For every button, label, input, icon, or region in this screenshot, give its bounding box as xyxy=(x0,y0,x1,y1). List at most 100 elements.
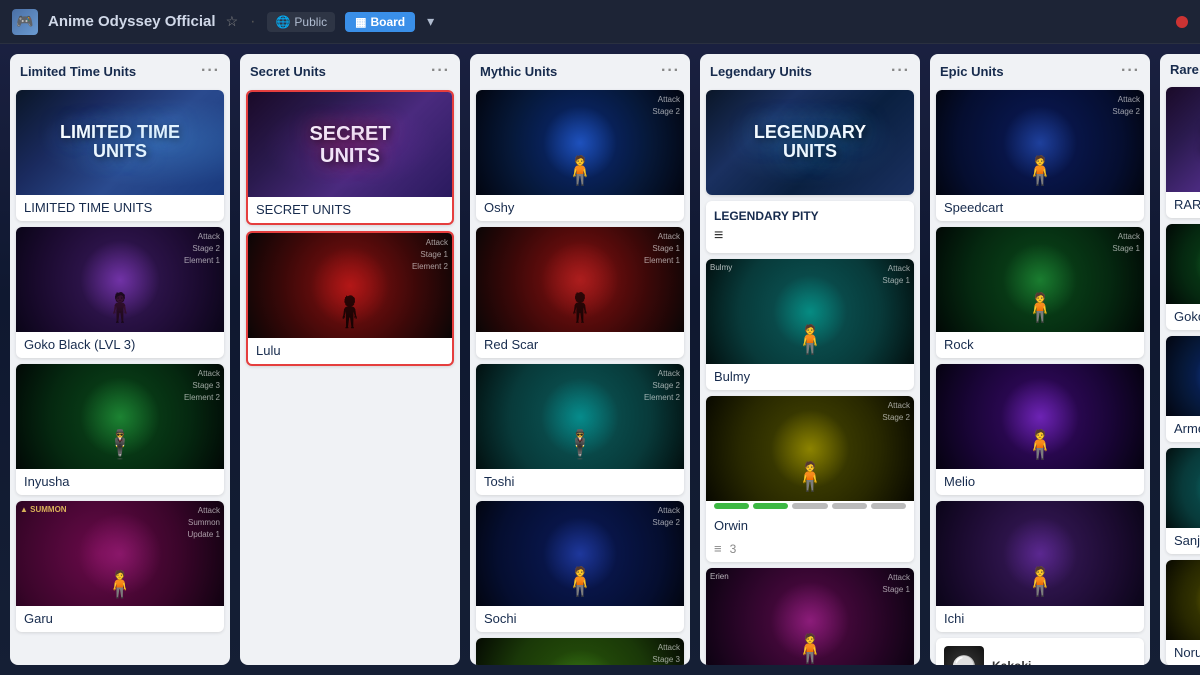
figure-orwin: 🧍 xyxy=(793,460,828,493)
card-legendary-pity[interactable]: LEGENDARY PITY ≡ xyxy=(706,201,914,253)
card-oshy[interactable]: 🧍 AttackStage 2 Oshy xyxy=(476,90,684,221)
notification-dot xyxy=(1176,16,1188,28)
card-toshi[interactable]: 🕴 AttackStage 2Element 2 Toshi xyxy=(476,364,684,495)
card-rock[interactable]: 🧍 AttackStage 1 Rock xyxy=(936,227,1144,358)
column-body-epic: 🧍 AttackStage 2 Speedcart 🧍 AttackStage … xyxy=(930,86,1150,665)
card-legendary-banner[interactable]: LEGENDARYUNITS xyxy=(706,90,914,195)
card-garu[interactable]: 🧍 ▲ SUMMON AttackSummonUpdate 1 Garu xyxy=(16,501,224,632)
stats-garu: AttackSummonUpdate 1 xyxy=(188,505,220,541)
card-frein[interactable]: 🧍 🧍 Frein AttackStage 3 Frein xyxy=(476,638,684,665)
visibility-badge[interactable]: 🌐 Public xyxy=(267,12,335,32)
card-label-garu: Garu xyxy=(16,606,224,632)
figure-sochi: 🧍 xyxy=(563,565,598,598)
banner-text-secret: SECRETUNITS xyxy=(258,123,442,167)
card-secret-banner[interactable]: SECRETUNITS SECRET UNITS xyxy=(246,90,454,225)
card-label-melio: Melio xyxy=(936,469,1144,495)
card-limited-banner[interactable]: LIMITED TIMEUNITS LIMITED TIME UNITS xyxy=(16,90,224,221)
column-header-mythic: Mythic Units ··· xyxy=(470,54,690,86)
card-ichi[interactable]: 🧍 Ichi xyxy=(936,501,1144,632)
card-melio[interactable]: 🧍 Melio xyxy=(936,364,1144,495)
column-title-epic: Epic Units xyxy=(940,64,1004,79)
card-inyusha[interactable]: 🕴 AttackStage 3Element 2 Inyusha xyxy=(16,364,224,495)
card-label-sanjay: Sanjay xyxy=(1166,528,1200,554)
card-label-inyusha: Inyusha xyxy=(16,469,224,495)
stats-frein: AttackStage 3 xyxy=(652,642,680,665)
banner-text-limited: LIMITED TIMEUNITS xyxy=(26,123,213,163)
column-menu-epic[interactable]: ··· xyxy=(1121,62,1140,80)
banner-text-legendary: LEGENDARYUNITS xyxy=(716,123,903,163)
card-rare-banner[interactable]: RAREUNITS RARE UNIT... xyxy=(1166,87,1200,218)
card-label-speedcart: Speedcart xyxy=(936,195,1144,221)
card-kakeki[interactable]: ⚪ Kakoki ≡ 📎 1 Kakeki xyxy=(936,638,1144,665)
figure-ichi: 🧍 xyxy=(1023,565,1058,598)
column-title-mythic: Mythic Units xyxy=(480,64,557,79)
card-label-rare-banner: RARE UNIT... xyxy=(1166,192,1200,218)
column-header-epic: Epic Units ··· xyxy=(930,54,1150,86)
card-label-sochi: Sochi xyxy=(476,606,684,632)
figure-melio: 🧍 xyxy=(1023,428,1058,461)
column-header-rare: Rare Units xyxy=(1160,54,1200,83)
card-label-goko-rare: Goko xyxy=(1166,304,1200,330)
card-label-secret-banner: SECRET UNITS xyxy=(248,197,452,223)
card-label-orwin: Orwin xyxy=(706,513,914,539)
column-menu-limited[interactable]: ··· xyxy=(201,62,220,80)
card-lulu[interactable]: 🧍 AttackStage 1Element 2 Lulu xyxy=(246,231,454,366)
card-label-toshi: Toshi xyxy=(476,469,684,495)
card-erien[interactable]: 🧍 AttackStage 1 Erien Erien xyxy=(706,568,914,665)
figure-rock: 🧍 xyxy=(1023,291,1058,324)
board-button[interactable]: ▦ Board xyxy=(345,12,415,32)
card-red-scar[interactable]: 🧍 AttackStage 1Element 1 Red Scar xyxy=(476,227,684,358)
checklist-icon: ≡ xyxy=(714,541,722,556)
star-icon[interactable]: ☆ xyxy=(226,13,239,30)
card-label-red-scar: Red Scar xyxy=(476,332,684,358)
figure-oshy: 🧍 xyxy=(563,154,598,187)
card-speedcart[interactable]: 🧍 AttackStage 2 Speedcart xyxy=(936,90,1144,221)
figure-red-scar: 🧍 xyxy=(563,291,598,324)
stats-sochi: AttackStage 2 xyxy=(652,505,680,529)
globe-icon: 🌐 xyxy=(275,15,290,29)
stats-bulmy: AttackStage 1 xyxy=(882,263,910,287)
column-title-rare: Rare Units xyxy=(1170,62,1200,77)
stats-red-scar: AttackStage 1Element 1 xyxy=(644,231,680,267)
card-label-ichi: Ichi xyxy=(936,606,1144,632)
card-label-goko-black: Goko Black (LVL 3) xyxy=(16,332,224,358)
column-title-legendary: Legendary Units xyxy=(710,64,812,79)
figure-inyusha: 🕴 xyxy=(103,428,138,461)
column-body-limited: LIMITED TIMEUNITS LIMITED TIME UNITS 🧍 A… xyxy=(10,86,230,665)
column-header-legendary: Legendary Units ··· xyxy=(700,54,920,86)
chevron-down-icon[interactable]: ▾ xyxy=(427,13,434,30)
figure-goko-black: 🧍 xyxy=(103,291,138,324)
card-sochi[interactable]: 🧍 AttackStage 2 Sochi xyxy=(476,501,684,632)
stats-orwin: AttackStage 2 xyxy=(882,400,910,424)
figure-speedcart: 🧍 xyxy=(1023,154,1058,187)
card-bulmy[interactable]: 🧍 AttackStage 1 Bulmy Bulmy xyxy=(706,259,914,390)
board-label: Board xyxy=(370,15,405,29)
orwin-progress xyxy=(706,501,914,513)
app-icon: 🎮 xyxy=(12,9,38,35)
card-orwin[interactable]: 🧍 AttackStage 2 Orwin ≡ 3 xyxy=(706,396,914,562)
column-title-limited: Limited Time Units xyxy=(20,64,136,79)
board: Limited Time Units ··· LIMITED TIMEUNITS… xyxy=(0,44,1200,675)
visibility-label: Public xyxy=(294,15,327,29)
kakeki-content: ⚪ Kakoki xyxy=(936,638,1144,665)
card-label-noruto: Noruto xyxy=(1166,640,1200,665)
board-title: Anime Odyssey Official xyxy=(48,13,216,30)
column-body-legendary: LEGENDARYUNITS LEGENDARY PITY ≡ 🧍 Attack… xyxy=(700,86,920,665)
banner-text-rare: RAREUNITS xyxy=(1172,121,1200,158)
figure-lulu: 🧍 xyxy=(331,295,368,330)
card-noruto[interactable]: 🧍 Noruto xyxy=(1166,560,1200,665)
card-label-armein: Armein xyxy=(1166,416,1200,442)
figure-toshi: 🕴 xyxy=(563,428,598,461)
separator: · xyxy=(250,13,255,31)
header: 🎮 Anime Odyssey Official ☆ · 🌐 Public ▦ … xyxy=(0,0,1200,44)
column-menu-mythic[interactable]: ··· xyxy=(661,62,680,80)
column-menu-legendary[interactable]: ··· xyxy=(891,62,910,80)
column-body-mythic: 🧍 AttackStage 2 Oshy 🧍 AttackStage 1Elem… xyxy=(470,86,690,665)
figure-bulmy: 🧍 xyxy=(793,323,828,356)
column-menu-secret[interactable]: ··· xyxy=(431,62,450,80)
card-goko-black[interactable]: 🧍 AttackStage 2Element 1 Goko Black (LVL… xyxy=(16,227,224,358)
progress-seg-3 xyxy=(792,503,827,509)
card-sanjay[interactable]: 🧍 Sanjay xyxy=(1166,448,1200,554)
card-armein[interactable]: 🧍 Armein xyxy=(1166,336,1200,442)
card-goko-rare[interactable]: 🧍 Goko xyxy=(1166,224,1200,330)
